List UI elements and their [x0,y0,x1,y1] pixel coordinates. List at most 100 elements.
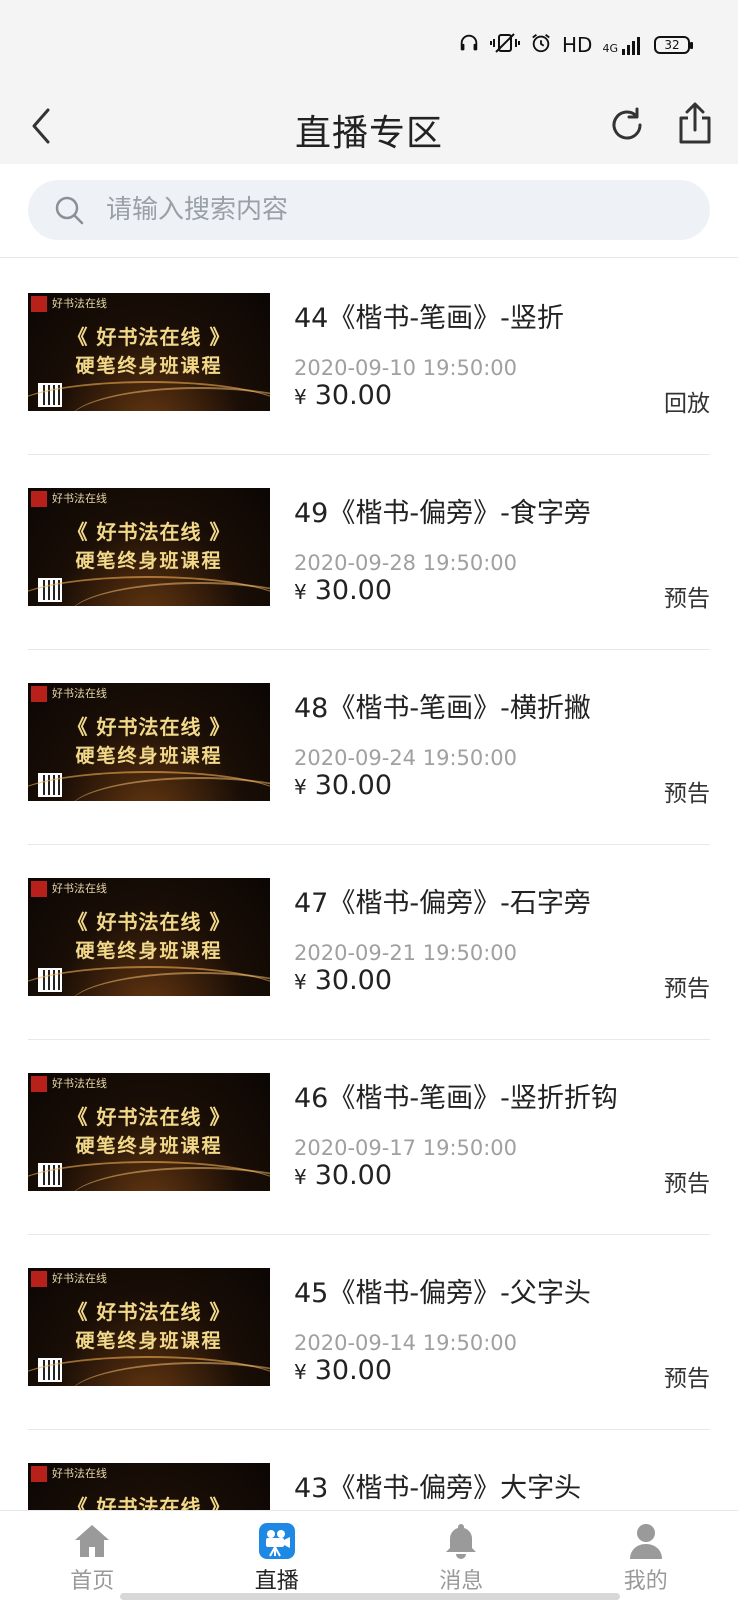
thumbnail-brand: 好书法在线 [52,687,107,700]
item-title: 46《楷书-笔画》-竖折折钩 [294,1083,618,1114]
item-date: 2020-09-24 19:50:00 [294,746,518,770]
item-status[interactable]: 回放 [664,384,710,418]
item-date: 2020-09-14 19:50:00 [294,1331,518,1355]
bell-icon [441,1521,481,1561]
thumbnail-brand: 好书法在线 [52,1077,107,1090]
price-value: 30.00 [314,965,393,996]
currency-symbol: ¥ [294,580,307,604]
tab-label: 我的 [623,1569,668,1594]
item-date: 2020-09-28 19:50:00 [294,551,518,575]
tab-label: 直播 [254,1569,299,1594]
status-icons: HD 4G 32 [458,30,693,60]
search-section [0,164,738,258]
thumbnail-title: 《 好书法在线 》 [67,910,231,934]
item-title: 48《楷书-笔画》-横折撇 [294,693,591,724]
tab-messages[interactable]: 消息 [369,1511,554,1600]
course-thumbnail: 好书法在线 《 好书法在线 》 硬笔终身班课程 [28,878,270,996]
currency-symbol: ¥ [294,1165,307,1189]
vibrate-icon [490,32,521,58]
item-status[interactable]: 预告 [664,579,710,613]
live-list: 好书法在线 《 好书法在线 》 硬笔终身班课程 44《楷书-笔画》-竖折 202… [0,260,738,1600]
thumbnail-subtitle: 硬笔终身班课程 [75,355,223,377]
share-icon[interactable] [670,98,720,148]
thumbnail-brand: 好书法在线 [52,882,107,895]
item-date: 2020-09-17 19:50:00 [294,1136,518,1160]
seal-icon [31,491,47,507]
list-item[interactable]: 好书法在线 《 好书法在线 》 硬笔终身班课程 46《楷书-笔画》-竖折折钩 2… [0,1040,738,1235]
thumbnail-subtitle: 硬笔终身班课程 [75,745,223,767]
list-item[interactable]: 好书法在线 《 好书法在线 》 硬笔终身班课程 48《楷书-笔画》-横折撇 20… [0,650,738,845]
search-box[interactable] [28,180,710,240]
tab-profile[interactable]: 我的 [554,1511,738,1600]
item-title: 47《楷书-偏旁》-石字旁 [294,888,591,919]
item-status[interactable]: 预告 [664,969,710,1003]
course-thumbnail: 好书法在线 《 好书法在线 》 硬笔终身班课程 [28,1268,270,1386]
item-date: 2020-09-10 19:50:00 [294,356,518,380]
item-title: 43《楷书-偏旁》大字头 [294,1473,582,1504]
thumbnail-brand: 好书法在线 [52,492,107,505]
currency-symbol: ¥ [294,385,307,409]
tab-live[interactable]: 直播 [185,1511,370,1600]
seal-icon [31,1076,47,1092]
list-item[interactable]: 好书法在线 《 好书法在线 》 硬笔终身班课程 45《楷书-偏旁》-父字头 20… [0,1235,738,1430]
item-title: 45《楷书-偏旁》-父字头 [294,1278,591,1309]
thumbnail-brand: 好书法在线 [52,297,107,310]
headphones-icon [458,32,480,58]
price-value: 30.00 [314,1160,393,1191]
course-thumbnail: 好书法在线 《 好书法在线 》 硬笔终身班课程 [28,1073,270,1191]
course-thumbnail: 好书法在线 《 好书法在线 》 硬笔终身班课程 [28,293,270,411]
search-icon [54,195,84,225]
item-price: ¥30.00 [294,575,392,606]
item-price: ¥30.00 [294,770,392,801]
network-hd-label: HD [562,33,593,57]
item-price: ¥30.00 [294,965,392,996]
thumbnail-brand: 好书法在线 [52,1272,107,1285]
seal-icon [31,881,47,897]
video-camera-icon [257,1521,297,1561]
item-status[interactable]: 预告 [664,1164,710,1198]
thumbnail-subtitle: 硬笔终身班课程 [75,1135,223,1157]
thumbnail-brand: 好书法在线 [52,1467,107,1480]
thumbnail-title: 《 好书法在线 》 [67,325,231,349]
item-status[interactable]: 预告 [664,774,710,808]
bottom-tab-bar: 首页 直播 消息 我的 [0,1510,738,1600]
seal-icon [31,1271,47,1287]
list-item[interactable]: 好书法在线 《 好书法在线 》 硬笔终身班课程 47《楷书-偏旁》-石字旁 20… [0,845,738,1040]
thumbnail-title: 《 好书法在线 》 [67,1300,231,1324]
search-input[interactable] [106,195,666,225]
list-item[interactable]: 好书法在线 《 好书法在线 》 硬笔终身班课程 49《楷书-偏旁》-食字旁 20… [0,455,738,650]
course-thumbnail: 好书法在线 《 好书法在线 》 硬笔终身班课程 [28,683,270,801]
home-indicator [120,1593,620,1600]
signal-icon: 4G [602,35,644,55]
item-status[interactable]: 预告 [664,1359,710,1393]
thumbnail-subtitle: 硬笔终身班课程 [75,1330,223,1352]
price-value: 30.00 [314,575,393,606]
item-price: ¥30.00 [294,1355,392,1386]
currency-symbol: ¥ [294,1360,307,1384]
seal-icon [31,296,47,312]
tab-label: 首页 [70,1569,115,1594]
refresh-icon[interactable] [604,102,650,148]
thumbnail-subtitle: 硬笔终身班课程 [75,550,223,572]
alarm-icon [530,32,552,58]
seal-icon [31,686,47,702]
course-thumbnail: 好书法在线 《 好书法在线 》 硬笔终身班课程 [28,488,270,606]
currency-symbol: ¥ [294,775,307,799]
item-date: 2020-09-21 19:50:00 [294,941,518,965]
battery-level: 32 [664,38,680,52]
user-icon [626,1521,666,1561]
item-price: ¥30.00 [294,1160,392,1191]
tab-home[interactable]: 首页 [0,1511,185,1600]
price-value: 30.00 [314,1355,393,1386]
item-title: 49《楷书-偏旁》-食字旁 [294,498,591,529]
battery-icon: 32 [654,36,693,54]
price-value: 30.00 [314,380,393,411]
thumbnail-title: 《 好书法在线 》 [67,520,231,544]
thumbnail-title: 《 好书法在线 》 [67,715,231,739]
status-bar: HD 4G 32 [0,0,738,88]
home-icon [72,1521,112,1561]
signal-label: 4G [602,42,618,55]
list-item[interactable]: 好书法在线 《 好书法在线 》 硬笔终身班课程 44《楷书-笔画》-竖折 202… [0,260,738,455]
currency-symbol: ¥ [294,970,307,994]
seal-icon [31,1466,47,1482]
